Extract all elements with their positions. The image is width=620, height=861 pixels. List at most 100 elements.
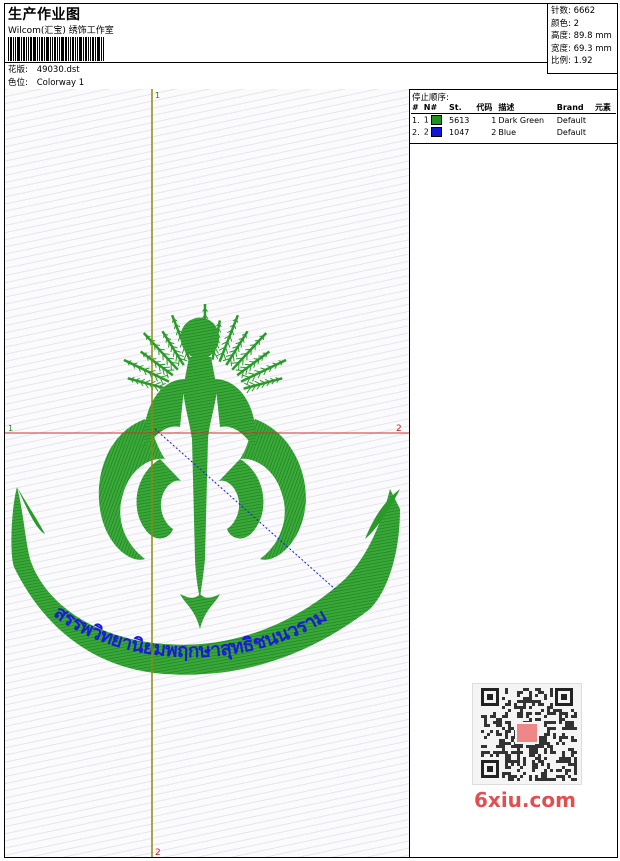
software-label: Wilcom(汇宝) 绣饰工作室 xyxy=(8,26,114,36)
row-stitches: 1047 xyxy=(449,127,470,137)
barcode-bar xyxy=(101,37,102,61)
stat-value: 6662 xyxy=(573,6,596,16)
table-row: 1. 1 5613 1 Dark Green Default xyxy=(411,114,616,127)
embroidery-preview: สรรพวิทยานิยมพฤกษาสุทธิชนนวราม 1 2 1 2 xyxy=(5,89,409,857)
barcode-bar xyxy=(30,37,32,61)
stat-label: 比例: xyxy=(551,56,571,66)
barcode-bar xyxy=(57,37,58,61)
colorway-label: 色位: xyxy=(8,78,28,88)
barcode-bar xyxy=(90,37,91,61)
row-brand: Default xyxy=(556,115,586,125)
stat-value: 89.8 mm xyxy=(573,31,612,41)
col-stitches: St. xyxy=(448,102,476,114)
stat-label: 高度: xyxy=(551,31,571,41)
table-header-row: # N# St. 代码 描述 Brand 元素 xyxy=(411,102,616,114)
barcode-bar xyxy=(54,37,56,61)
page-title: 生产作业图 xyxy=(8,7,81,23)
v-guide-top-label: 1 xyxy=(155,91,160,100)
row-needle: 1 xyxy=(423,114,448,127)
row-code: 1 xyxy=(491,115,497,125)
barcode-bar xyxy=(17,37,20,61)
row-needle: 2 xyxy=(423,126,448,138)
barcode-bar xyxy=(92,37,94,61)
row-brand: Default xyxy=(556,127,586,137)
table-row: 2. 2 1047 2 Blue Default xyxy=(411,126,616,138)
col-index: # xyxy=(411,102,423,114)
color-swatch xyxy=(431,115,443,125)
barcode-bar xyxy=(85,37,87,61)
stop-sequence-table: # N# St. 代码 描述 Brand 元素 1. 1 5613 1 Dark… xyxy=(411,102,616,138)
col-brand: Brand xyxy=(555,102,594,114)
stat-stitches: 针数: 6662 xyxy=(551,5,617,18)
watermark-logo: 6xiu.com xyxy=(474,788,576,812)
h-guide-left-label: 1 xyxy=(8,424,13,433)
row-element xyxy=(594,114,616,127)
row-code: 2 xyxy=(491,127,497,137)
barcode-bar xyxy=(23,37,25,61)
stat-height: 高度: 89.8 mm xyxy=(551,30,617,43)
barcode-bar xyxy=(41,37,43,61)
needle-number: 2 xyxy=(423,127,429,137)
header-divider xyxy=(5,62,547,63)
barcode-bar xyxy=(44,37,45,61)
barcode-bar xyxy=(75,37,76,61)
col-needle: N# xyxy=(422,102,449,114)
colorway-value: Colorway 1 xyxy=(36,78,85,88)
row-element xyxy=(594,126,616,138)
stat-label: 针数: xyxy=(551,6,571,16)
h-guide-right-label: 2 xyxy=(396,424,402,434)
barcode-bar xyxy=(33,37,36,61)
barcode-bar xyxy=(70,37,71,61)
stat-value: 2 xyxy=(573,18,579,29)
stat-width: 宽度: 69.3 mm xyxy=(551,43,617,56)
barcode-bar xyxy=(65,37,67,61)
central-torch xyxy=(180,317,220,629)
barcode-bar xyxy=(8,37,9,61)
barcode xyxy=(8,37,112,61)
stat-label: 颜色: xyxy=(551,18,571,29)
row-stitches: 5613 xyxy=(449,115,470,125)
qr-code xyxy=(472,683,582,785)
stat-scale: 比例: 1.92 xyxy=(551,55,617,68)
barcode-bar xyxy=(88,37,89,61)
col-element: 元素 xyxy=(593,102,616,114)
barcode-bar xyxy=(61,37,64,61)
row-description: Dark Green xyxy=(498,115,545,125)
barcode-bar xyxy=(52,37,53,61)
design-row: 花版: 49030.dst xyxy=(8,63,80,75)
barcode-bar xyxy=(103,37,104,61)
row-index: 1. xyxy=(412,115,420,125)
barcode-bar xyxy=(46,37,49,61)
barcode-bar xyxy=(68,37,69,61)
design-value: 49030.dst xyxy=(36,65,80,75)
barcode-bar xyxy=(97,37,100,61)
design-stats: 针数: 6662 颜色: 2 高度: 89.8 mm 宽度: 69.3 mm 比… xyxy=(547,4,617,74)
col-description: 描述 xyxy=(497,102,556,114)
stat-value: 69.3 mm xyxy=(573,43,612,54)
barcode-bar xyxy=(50,37,51,61)
row-index: 2. xyxy=(412,127,420,137)
barcode-bar xyxy=(59,37,60,61)
qr-code-pattern xyxy=(481,688,577,781)
barcode-bar xyxy=(39,37,40,61)
barcode-bar xyxy=(21,37,22,61)
stat-colors: 颜色: 2 xyxy=(551,18,617,31)
row-description: Blue xyxy=(498,127,517,137)
stop-sequence-panel: 停止顺序: # N# St. 代码 描述 Brand 元素 1. 1 5613 xyxy=(410,89,617,144)
design-canvas: สรรพวิทยานิยมพฤกษาสุทธิชนนวราม 1 2 1 2 xyxy=(5,89,410,857)
stat-label: 宽度: xyxy=(551,43,571,54)
color-swatch xyxy=(431,127,443,137)
v-guide-bottom-label: 2 xyxy=(155,848,161,857)
barcode-bar xyxy=(79,37,82,61)
barcode-bar xyxy=(77,37,78,61)
barcode-bar xyxy=(83,37,84,61)
barcode-bar xyxy=(95,37,96,61)
worksheet-header: 生产作业图 Wilcom(汇宝) 绣饰工作室 花版: 49030.dst 色位:… xyxy=(5,4,617,90)
colorway-row: 色位: Colorway 1 xyxy=(8,76,84,88)
needle-number: 1 xyxy=(423,115,429,125)
header-info: 生产作业图 Wilcom(汇宝) 绣饰工作室 花版: 49030.dst 色位:… xyxy=(5,4,547,89)
barcode-bar xyxy=(72,37,74,61)
barcode-bar xyxy=(26,37,27,61)
barcode-bar xyxy=(28,37,29,61)
barcode-bar xyxy=(37,37,38,61)
